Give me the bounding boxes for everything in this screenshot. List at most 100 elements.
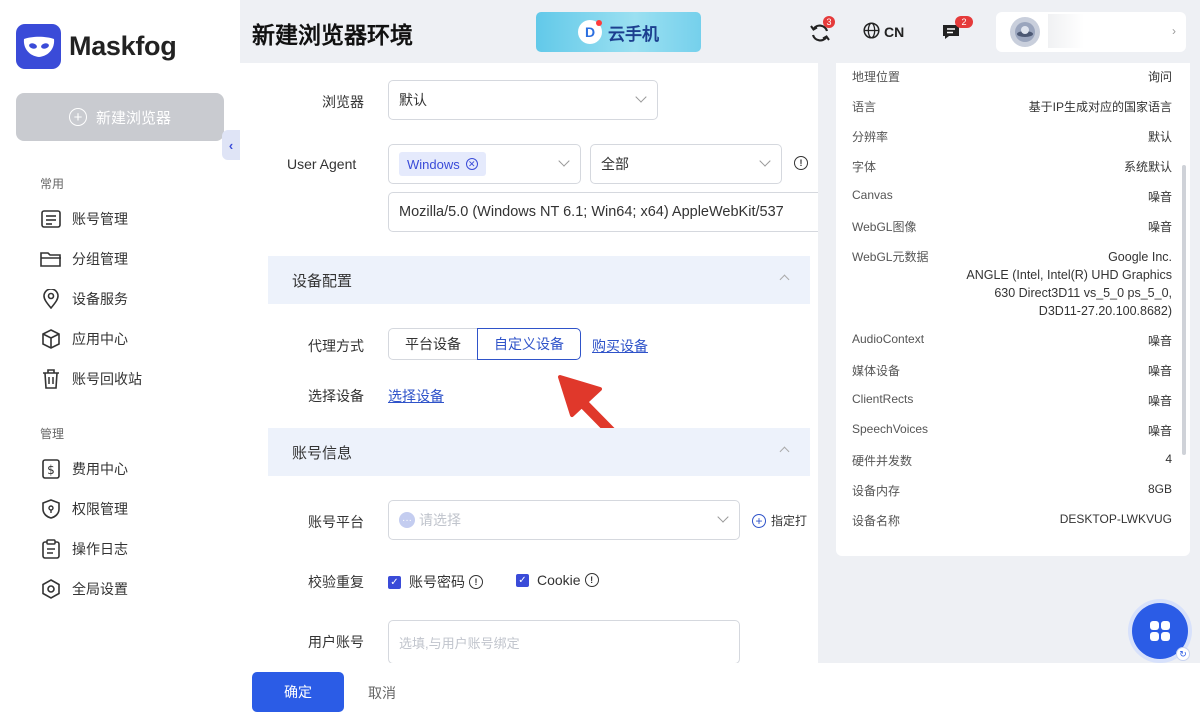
browser-select[interactable]: 默认 (388, 80, 658, 120)
device-config-section[interactable]: 设备配置 (268, 256, 810, 304)
svg-text:$: $ (47, 463, 55, 477)
account-list-icon (40, 208, 62, 230)
user-menu[interactable]: › (996, 12, 1186, 52)
new-browser-label: 新建浏览器 (95, 109, 171, 127)
ua-version-value: 全部 (601, 156, 629, 172)
logo-text: Maskfog (69, 31, 177, 61)
fingerprint-value: 系统默认 (1123, 160, 1172, 174)
verify-password-label: 账号密码 (409, 574, 465, 590)
cloud-phone-banner[interactable]: D 云手机 (536, 12, 701, 52)
check-icon: ✓ (388, 575, 401, 589)
fingerprint-key: 硬件并发数 (852, 454, 913, 468)
nav-account-management[interactable]: 账号管理 (40, 208, 128, 230)
nav-label: 全局设置 (72, 581, 128, 597)
cube-icon (40, 328, 62, 350)
avatar (1010, 17, 1040, 47)
section-title-common: 常用 (40, 177, 65, 191)
logo: Maskfog (16, 24, 177, 69)
confirm-button[interactable]: 确定 (252, 672, 344, 712)
collapse-sidebar-button[interactable]: ‹ (222, 130, 240, 160)
verify-duplicate-label: 校验重复 (308, 574, 364, 590)
fingerprint-value-line: Google Inc. (1108, 250, 1172, 264)
select-device-link[interactable]: 选择设备 (388, 386, 444, 406)
section-title: 账号信息 (292, 444, 353, 462)
fingerprint-key: 分辨率 (852, 130, 889, 144)
platform-placeholder: 请选择 (419, 512, 461, 528)
fingerprint-summary-panel: 地理位置 询问 语言 基于IP生成对应的国家语言 分辨率 默认 字体 系统默认 Canvas 噪音… (836, 63, 1190, 556)
nav-label: 应用中心 (72, 331, 128, 347)
info-icon[interactable]: ! (469, 575, 483, 589)
nav-device-service[interactable]: 设备服务 (40, 288, 128, 310)
browser-label: 浏览器 (322, 94, 364, 110)
nav-billing-center[interactable]: $ 费用中心 (40, 458, 128, 480)
fingerprint-value-line: ANGLE (Intel, Intel(R) UHD Graphics (966, 268, 1172, 282)
fingerprint-key: 设备内存 (852, 484, 901, 498)
fingerprint-value: 8GB (1147, 482, 1172, 496)
fingerprint-value: 噪音 (1147, 190, 1172, 204)
user-account-input[interactable]: 选填,与用户账号绑定 (388, 620, 740, 663)
nav-label: 权限管理 (72, 501, 128, 517)
chevron-up-icon (779, 274, 790, 285)
nav-group-management[interactable]: 分组管理 (40, 248, 128, 270)
user-name-redacted (1048, 14, 1168, 48)
info-icon[interactable]: ! (584, 573, 599, 587)
footer: 确定 取消 (240, 663, 1200, 720)
ua-os-select[interactable]: Windows ✕ (388, 144, 581, 184)
select-device-label: 选择设备 (308, 388, 364, 404)
language-switcher[interactable]: CN (863, 22, 904, 42)
fingerprint-key: Canvas (852, 188, 893, 202)
plus-circle-icon: + (752, 513, 766, 528)
fingerprint-value: 基于IP生成对应的国家语言 (1028, 100, 1172, 114)
user-account-placeholder: 选填,与用户账号绑定 (399, 635, 520, 651)
fingerprint-key: SpeechVoices (852, 422, 929, 436)
nav-permission-management[interactable]: 权限管理 (40, 498, 128, 520)
proxy-option-platform[interactable]: 平台设备 (388, 328, 478, 360)
browser-value: 默认 (399, 92, 427, 108)
fingerprint-key: 语言 (852, 100, 877, 114)
chevron-left-icon: ‹ (228, 137, 234, 153)
verify-password-checkbox[interactable]: ✓ 账号密码 ! (388, 572, 483, 592)
buy-device-link[interactable]: 购买设备 (592, 336, 648, 356)
fingerprint-key: WebGL元数据 (852, 250, 929, 264)
form-panel: 浏览器 默认 User Agent Windows ✕ 全部 ! Mozilla… (240, 63, 818, 663)
messages-button[interactable]: 2 (941, 16, 973, 47)
chevron-down-icon (717, 511, 729, 523)
new-browser-button[interactable]: + 新建浏览器 (16, 93, 224, 141)
nav-global-settings[interactable]: 全局设置 (40, 578, 128, 600)
plus-circle-icon: + (68, 108, 87, 126)
app-window: Maskfog + 新建浏览器 ‹ 常用 账号管理 分组管理 设备服务 应用中心… (0, 0, 1200, 720)
proxy-method-label: 代理方式 (308, 338, 364, 354)
chevron-down-icon (759, 155, 771, 167)
folder-icon (40, 248, 62, 270)
fingerprint-value: 噪音 (1147, 394, 1172, 408)
fingerprint-key: 媒体设备 (852, 364, 901, 378)
sync-button[interactable]: 3 (809, 16, 835, 49)
nav-operation-log[interactable]: 操作日志 (40, 538, 128, 560)
ua-string-field[interactable]: Mozilla/5.0 (Windows NT 6.1; Win64; x64)… (388, 192, 818, 232)
fingerprint-key: AudioContext (852, 332, 925, 346)
fingerprint-value: 噪音 (1147, 334, 1172, 348)
language-label: CN (884, 24, 905, 40)
account-platform-label: 账号平台 (308, 514, 364, 530)
account-info-section[interactable]: 账号信息 (268, 428, 810, 476)
fingerprint-value: 噪音 (1147, 364, 1172, 378)
ua-info-icon[interactable]: ! (794, 156, 808, 170)
account-platform-select[interactable]: ··· 请选择 (388, 500, 740, 540)
proxy-option-custom[interactable]: 自定义设备 (477, 328, 581, 360)
cancel-button[interactable]: 取消 (368, 683, 396, 703)
user-agent-label: User Agent (287, 156, 357, 172)
ua-version-select[interactable]: 全部 (590, 144, 782, 184)
trash-icon (40, 368, 62, 390)
nav-app-center[interactable]: 应用中心 (40, 328, 128, 350)
os-tag: Windows ✕ (399, 152, 486, 176)
nav-recycle-bin[interactable]: 账号回收站 (40, 368, 142, 390)
fingerprint-value-line: D3D11-27.20.100.8682) (1038, 304, 1172, 318)
scrollbar[interactable] (1182, 165, 1186, 455)
header: 新建浏览器环境 D 云手机 3 CN 2 › (240, 0, 1200, 63)
remove-tag-icon[interactable]: ✕ (465, 158, 478, 170)
nav-label: 费用中心 (72, 461, 128, 477)
verify-cookie-checkbox[interactable]: ✓ Cookie ! (516, 572, 599, 588)
app-launcher-button[interactable]: ↻ (1132, 603, 1190, 661)
more-dots-icon: ··· (399, 512, 415, 528)
specify-open-button[interactable]: + 指定打 (752, 512, 807, 529)
